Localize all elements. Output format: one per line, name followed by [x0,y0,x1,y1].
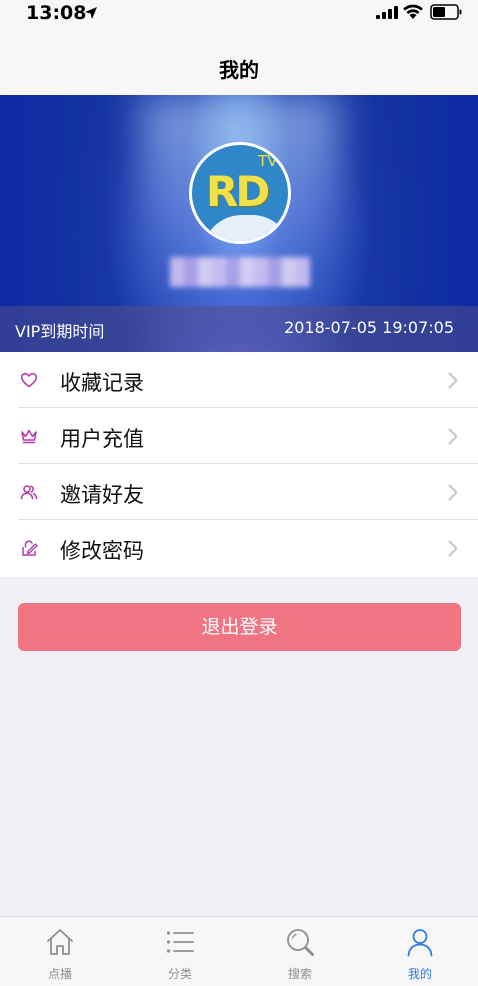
vip-expiry-label: VIP到期时间 [15,322,105,341]
tab-on-demand[interactable]: 点播 [0,917,120,986]
tab-bar: 点播 分类 搜索 我的 [0,916,478,986]
search-icon [287,929,314,956]
avatar-logo-superscript: TV [258,152,278,170]
chevron-right-icon [448,540,458,557]
person-icon [407,929,433,957]
tab-label: 我的 [407,967,432,981]
chevron-right-icon [448,372,458,389]
menu-item-change-password[interactable]: 修改密码 [0,520,478,576]
tab-label: 点播 [47,967,72,981]
avatar[interactable]: RD TV [189,142,291,244]
crown-icon [21,429,37,444]
menu-item-recharge[interactable]: 用户充值 [0,408,478,464]
tab-mine[interactable]: 我的 [360,917,478,986]
avatar-logo-text: RD [206,167,270,216]
vip-expiry-date: 2018-07-05 19:07:05 [284,318,454,337]
menu-item-label: 修改密码 [60,539,144,563]
location-arrow-icon [85,7,97,19]
heart-icon [20,372,38,388]
vip-expiry-bar: VIP到期时间 2018-07-05 19:07:05 [0,306,478,352]
profile-header: RD TV VIP到期时间 2018-07-05 19:07:05 [0,95,478,352]
wifi-icon [403,4,423,19]
username-blurred [170,257,310,287]
tab-label: 分类 [167,967,192,981]
navigation-bar: 我的 [0,40,478,95]
tab-categories[interactable]: 分类 [120,917,240,986]
menu-item-favorites[interactable]: 收藏记录 [0,352,478,408]
settings-menu: 收藏记录 用户充值 邀请好友 修改密码 [0,352,478,577]
status-bar: 13:08 [0,0,478,40]
cellular-signal-icon [376,6,398,19]
battery-icon [430,4,462,20]
edit-lock-icon [22,540,38,556]
menu-item-label: 收藏记录 [60,371,144,395]
tab-label: 搜索 [287,967,312,981]
logout-button[interactable]: 退出登录 [18,603,461,651]
status-time: 13:08 [26,2,87,24]
people-icon [20,485,38,500]
list-icon [166,931,194,953]
chevron-right-icon [448,428,458,445]
home-icon [47,929,73,955]
menu-item-invite-friends[interactable]: 邀请好友 [0,464,478,520]
menu-item-label: 邀请好友 [60,483,144,507]
tab-search[interactable]: 搜索 [240,917,360,986]
menu-item-label: 用户充值 [60,427,144,451]
avatar-cloud-graphic [202,215,288,241]
page-title: 我的 [219,58,259,82]
chevron-right-icon [448,484,458,501]
